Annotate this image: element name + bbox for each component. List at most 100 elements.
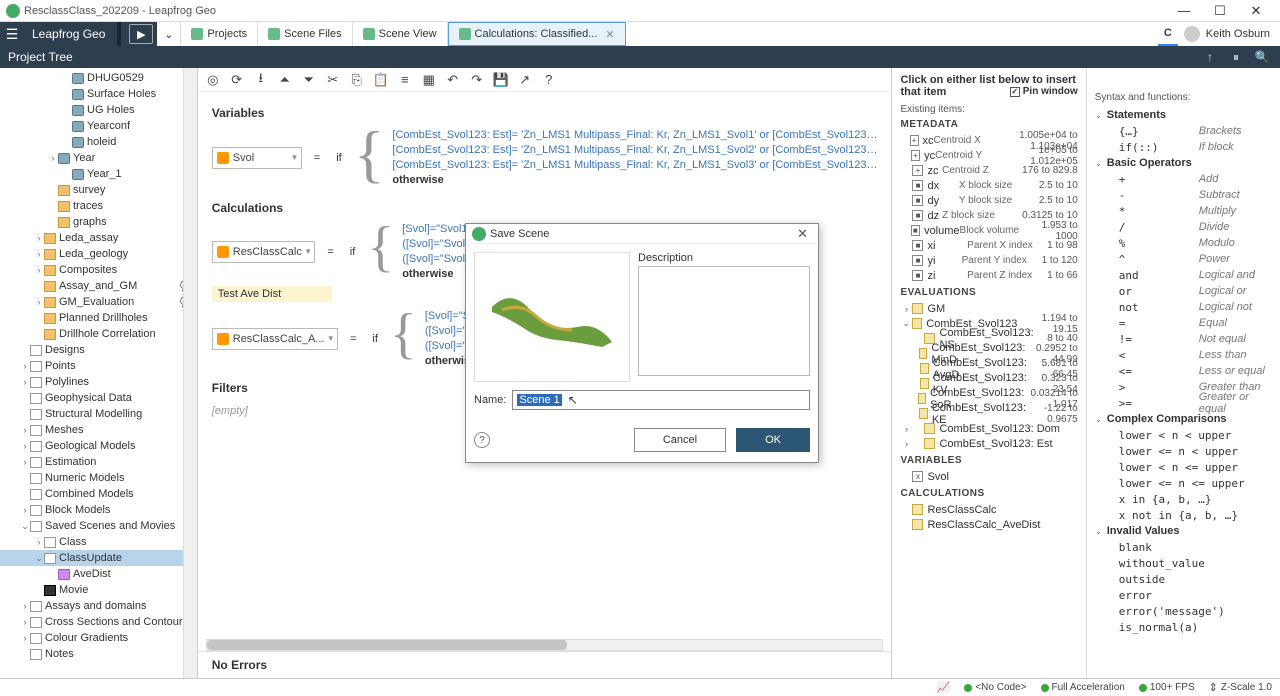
tb-target-icon[interactable]: ◎	[204, 71, 222, 89]
editor-hscroll[interactable]	[206, 639, 884, 651]
metadata-row[interactable]: ■yiParent Y index1 to 120	[900, 253, 1077, 268]
expand-icon[interactable]: ›	[34, 297, 44, 307]
tree-item[interactable]: traces	[0, 198, 197, 214]
tree-item[interactable]: ›Colour Gradients	[0, 630, 197, 646]
metadata-row[interactable]: ■ziParent Z index1 to 66	[900, 268, 1077, 283]
syntax-row[interactable]: !=Not equal	[1095, 331, 1272, 347]
metadata-row[interactable]: +ycCentroid Y1e+05 to 1.012e+05	[900, 148, 1077, 163]
tb-refresh-icon[interactable]: ⟳	[228, 71, 246, 89]
status-zscale[interactable]: ⇕Z-Scale 1.0	[1209, 681, 1272, 694]
tb-export-icon[interactable]: ↗	[516, 71, 534, 89]
expand-icon[interactable]: ›	[20, 425, 30, 435]
expand-icon[interactable]: ›	[20, 601, 30, 611]
tree-item[interactable]: Geophysical Data	[0, 390, 197, 406]
status-fullaccel[interactable]: Full Acceleration	[1041, 682, 1125, 693]
user-block[interactable]: C Keith Osburn	[1148, 22, 1280, 46]
tree-item[interactable]: ›Geological Models	[0, 438, 197, 454]
tree-item[interactable]: ⌄Saved Scenes and Movies	[0, 518, 197, 534]
syntax-row[interactable]: =Equal	[1095, 315, 1272, 331]
tree-item[interactable]: ›Assays and domains	[0, 598, 197, 614]
syntax-row[interactable]: {…}Brackets	[1095, 123, 1272, 139]
syntax-row[interactable]: if(::)If block	[1095, 139, 1272, 155]
dropdown-icon[interactable]: ⌄	[157, 22, 181, 46]
metadata-row[interactable]: ■volumeBlock volume1.953 to 1000	[900, 223, 1077, 238]
syntax-row[interactable]: +Add	[1095, 171, 1272, 187]
calculation-row[interactable]: ResClassCalc	[900, 502, 1077, 517]
tree-item[interactable]: ›Leda_assay	[0, 230, 197, 246]
syntax-row[interactable]: -Subtract	[1095, 187, 1272, 203]
tree-item[interactable]: Numeric Models	[0, 470, 197, 486]
variable-code[interactable]: [CombEst_Svol123: Est]= 'Zn_LMS1 Multipa…	[392, 129, 877, 186]
menu-icon[interactable]: ☰	[0, 22, 24, 46]
tb-help-icon[interactable]: ?	[540, 71, 558, 89]
calc-combo-1[interactable]: ResClassCalc▾	[212, 241, 316, 263]
calc-code-1[interactable]: [Svol]="Svol1 ([Svol]="Svol1 ([Svol]="Sv…	[402, 223, 471, 280]
tree-item[interactable]: ›GM_Evaluation💬	[0, 294, 197, 310]
syntax-row[interactable]: error	[1095, 587, 1272, 603]
syntax-row[interactable]: x not in {a, b, …}	[1095, 507, 1272, 523]
syntax-row[interactable]: x in {a, b, …}	[1095, 491, 1272, 507]
close-button[interactable]: ✕	[1238, 1, 1274, 21]
maximize-button[interactable]: ☐	[1202, 1, 1238, 21]
tb-double-down-icon[interactable]: ⏷	[300, 71, 318, 89]
expand-icon[interactable]: ›	[34, 249, 44, 259]
tb-grid-icon[interactable]: ▦	[420, 71, 438, 89]
syntax-row[interactable]: ^Power	[1095, 251, 1272, 267]
syntax-row[interactable]: lower <= n <= upper	[1095, 475, 1272, 491]
test-ave-dist-label[interactable]: Test Ave Dist	[212, 286, 332, 302]
expand-icon[interactable]: ›	[20, 377, 30, 387]
tree-item[interactable]: holeid	[0, 134, 197, 150]
tb-save-icon[interactable]: 💾	[492, 71, 510, 89]
syntax-row[interactable]: *Multiply	[1095, 203, 1272, 219]
tb-cut-icon[interactable]: ✂	[324, 71, 342, 89]
tab-close-icon[interactable]: ✕	[605, 28, 614, 41]
tree-item[interactable]: ⌄ClassUpdate	[0, 550, 197, 566]
syntax-row[interactable]: without_value	[1095, 555, 1272, 571]
tb-download-icon[interactable]: ⭳	[252, 71, 270, 89]
status-chart-icon[interactable]: 📈	[937, 681, 951, 694]
tab-projects[interactable]: Projects	[181, 22, 258, 46]
tree-item[interactable]: ›Meshes	[0, 422, 197, 438]
syntax-row[interactable]: blank	[1095, 539, 1272, 555]
tree-item[interactable]: ›Block Models	[0, 502, 197, 518]
pin-window-toggle[interactable]: ✓Pin window	[1010, 86, 1078, 97]
expand-icon[interactable]: ›	[20, 441, 30, 451]
expand-icon[interactable]: ›	[34, 537, 44, 547]
dialog-titlebar[interactable]: Save Scene ✕	[466, 224, 818, 244]
hscroll-thumb[interactable]	[207, 640, 567, 650]
syntax-group[interactable]: ⌄Basic Operators	[1095, 155, 1272, 171]
syntax-group[interactable]: ⌄Invalid Values	[1095, 523, 1272, 539]
tree-item[interactable]: Movie	[0, 582, 197, 598]
syntax-row[interactable]: orLogical or	[1095, 283, 1272, 299]
play-button[interactable]: ▶	[129, 24, 153, 44]
syntax-row[interactable]: lower < n <= upper	[1095, 459, 1272, 475]
expand-icon[interactable]: ›	[20, 361, 30, 371]
tree-item[interactable]: UG Holes	[0, 102, 197, 118]
tree-item[interactable]: AveDist	[0, 566, 197, 582]
tree-item[interactable]: Yearconf	[0, 118, 197, 134]
tree-item[interactable]: graphs	[0, 214, 197, 230]
expand-icon[interactable]: ›	[20, 633, 30, 643]
tab-scene-files[interactable]: Scene Files	[258, 22, 352, 46]
expand-icon[interactable]: ⌄	[34, 553, 44, 564]
evaluation-row[interactable]: CombEst_Svol123: KE-1.22 to 0.9675	[900, 406, 1077, 421]
dialog-help-icon[interactable]: ?	[474, 432, 490, 448]
expand-icon[interactable]: ›	[20, 505, 30, 515]
syntax-row[interactable]: outside	[1095, 571, 1272, 587]
tree-item[interactable]: Drillhole Correlation	[0, 326, 197, 342]
tree-item[interactable]: Surface Holes	[0, 86, 197, 102]
tree-item[interactable]: Combined Models	[0, 486, 197, 502]
calculation-row[interactable]: ResClassCalc_AveDist	[900, 517, 1077, 532]
tb-redo-icon[interactable]: ↷	[468, 71, 486, 89]
tree-item[interactable]: ›Cross Sections and Contours	[0, 614, 197, 630]
metadata-row[interactable]: ■xiParent X index1 to 98	[900, 238, 1077, 253]
syntax-group[interactable]: ⌄Statements	[1095, 107, 1272, 123]
syntax-row[interactable]: is_normal(a)	[1095, 619, 1272, 635]
syntax-row[interactable]: lower < n < upper	[1095, 427, 1272, 443]
tab-scene-view[interactable]: Scene View	[353, 22, 448, 46]
tree-item[interactable]: Structural Modelling	[0, 406, 197, 422]
tb-copy-icon[interactable]: ⎘	[348, 71, 366, 89]
variable-combo[interactable]: Svol▾	[212, 147, 302, 169]
syntax-row[interactable]: /Divide	[1095, 219, 1272, 235]
tree-item[interactable]: Year_1	[0, 166, 197, 182]
